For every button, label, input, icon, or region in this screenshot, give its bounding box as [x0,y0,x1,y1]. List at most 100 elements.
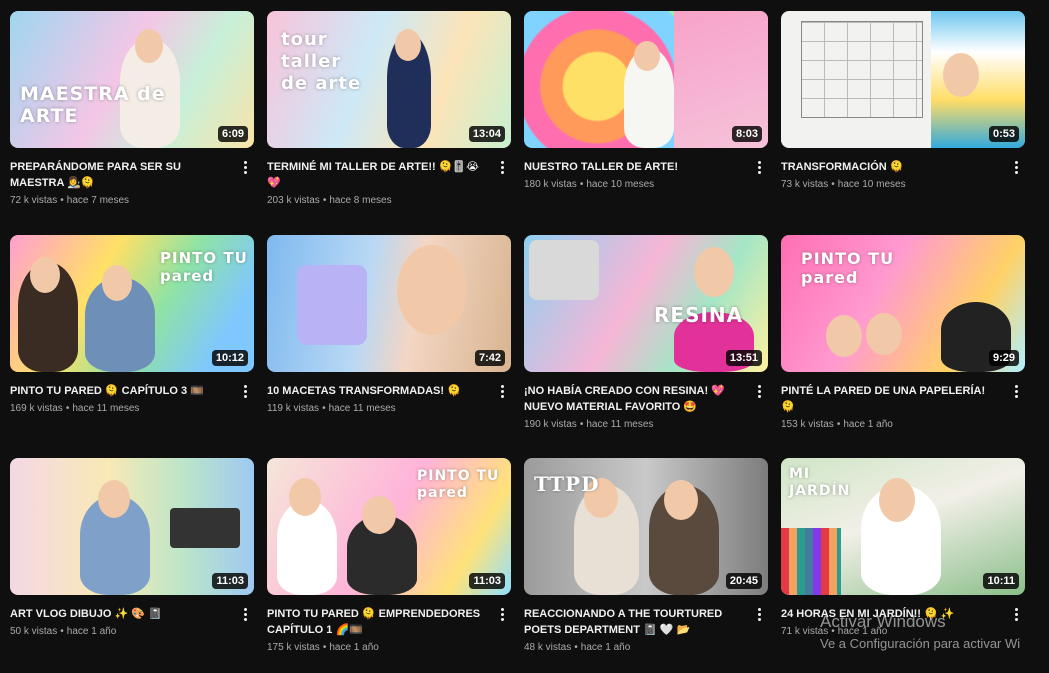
windows-activation-watermark: Activar Windows Ve a Configuración para … [820,612,1020,651]
video-thumbnail[interactable]: MAESTRA de ARTE 6:09 [10,11,254,148]
thumbnail-overlay-text: PINTO TU pared [160,249,248,285]
duration-badge: 10:11 [983,573,1019,589]
upload-age: hace 7 meses [66,195,130,206]
view-count: 48 k vistas [524,642,572,653]
video-stats: 203 k vistas • hace 8 meses [267,195,392,206]
more-options-icon[interactable] [1015,385,1019,399]
video-title[interactable]: NUESTRO TALLER DE ARTE! [524,159,744,175]
more-options-icon[interactable] [1015,161,1019,175]
upload-age: hace 10 meses [837,179,906,190]
view-count: 169 k vistas [10,403,63,414]
video-title[interactable]: 10 MACETAS TRANSFORMADAS! 🫠 [267,383,487,399]
upload-age: hace 1 año [843,419,893,430]
video-card[interactable]: 8:03 NUESTRO TALLER DE ARTE! 180 k vista… [524,11,768,235]
video-stats: 175 k vistas • hace 1 año [267,642,379,653]
more-options-icon[interactable] [758,161,762,175]
thumbnail-overlay-text: tour taller de arte [281,29,362,94]
video-stats: 50 k vistas • hace 1 año [10,626,117,637]
video-title[interactable]: PINTÉ LA PARED DE UNA PAPELERÍA! 🫠 [781,383,1001,415]
video-thumbnail[interactable]: 0:53 [781,11,1025,148]
video-stats: 72 k vistas • hace 7 meses [10,195,130,206]
more-options-icon[interactable] [501,161,505,175]
duration-badge: 6:09 [217,126,248,142]
thumbnail-overlay-text: MAESTRA de ARTE [20,83,166,127]
video-title[interactable]: PINTO TU PARED 🫠 CAPÍTULO 3 🎞️ [10,383,230,399]
duration-badge: 20:45 [725,573,762,589]
view-count: 50 k vistas [10,626,58,637]
duration-badge: 10:12 [211,350,248,366]
upload-age: hace 8 meses [329,195,392,206]
video-thumbnail[interactable]: TTPD 20:45 [524,458,768,595]
view-count: 119 k vistas [267,403,320,414]
video-title[interactable]: REACCIONANDO A THE TOURTURED POETS DEPAR… [524,606,744,638]
video-title[interactable]: ¡NO HABÍA CREADO CON RESINA! 💖 NUEVO MAT… [524,383,744,415]
video-thumbnail[interactable]: PINTO TU pared 11:03 [267,458,511,595]
video-grid: MAESTRA de ARTE 6:09 PREPARÁNDOME PARA S… [10,11,1025,673]
video-thumbnail[interactable]: PINTO TU pared 9:29 [781,235,1025,372]
upload-age: hace 10 meses [586,179,655,190]
duration-badge: 8:03 [731,126,762,142]
video-card[interactable]: 0:53 TRANSFORMACIÓN 🫠 73 k vistas • hace 1… [781,11,1025,235]
video-card[interactable]: MAESTRA de ARTE 6:09 PREPARÁNDOME PARA S… [10,11,254,235]
video-thumbnail[interactable]: 8:03 [524,11,768,148]
video-stats: 169 k vistas • hace 11 meses [10,403,140,414]
video-thumbnail[interactable]: 11:03 [10,458,254,595]
more-options-icon[interactable] [244,608,248,622]
video-thumbnail[interactable]: MI JARDÍN 10:11 [781,458,1025,595]
more-options-icon[interactable] [244,161,248,175]
view-count: 203 k vistas [267,195,320,206]
duration-badge: 11:03 [469,573,505,589]
view-count: 153 k vistas [781,419,834,430]
duration-badge: 13:51 [725,350,762,366]
video-stats: 180 k vistas • hace 10 meses [524,179,655,190]
duration-badge: 7:42 [474,350,505,366]
video-card[interactable]: 7:42 10 MACETAS TRANSFORMADAS! 🫠 119 k v… [267,235,511,458]
more-options-icon[interactable] [501,608,505,622]
video-thumbnail[interactable]: tour taller de arte 13:04 [267,11,511,148]
video-stats: 73 k vistas • hace 10 meses [781,179,906,190]
more-options-icon[interactable] [758,385,762,399]
watermark-title: Activar Windows [820,612,946,631]
video-thumbnail[interactable]: 7:42 [267,235,511,372]
video-stats: 119 k vistas • hace 11 meses [267,403,396,414]
video-title[interactable]: PREPARÁNDOME PARA SER SU MAESTRA 👩‍🎨🫠 [10,159,230,191]
video-card[interactable]: 11:03 ART VLOG DIBUJO ✨ 🎨 📓 50 k vistas •… [10,458,254,673]
watermark-subtitle: Ve a Configuración para activar Wi [820,636,1021,651]
video-thumbnail[interactable]: RESINA 13:51 [524,235,768,372]
video-thumbnail[interactable]: PINTO TU pared 10:12 [10,235,254,372]
view-count: 180 k vistas [524,179,577,190]
upload-age: hace 11 meses [586,419,654,430]
upload-age: hace 1 año [580,642,631,653]
duration-badge: 13:04 [468,126,505,142]
video-card[interactable]: TTPD 20:45 REACCIONANDO A THE TOURTURED … [524,458,768,673]
video-stats: 48 k vistas • hace 1 año [524,642,631,653]
video-title[interactable]: TERMINÉ MI TALLER DE ARTE!! 🫠🎚️😭 💖 [267,159,487,191]
video-title[interactable]: TRANSFORMACIÓN 🫠 [781,159,1001,175]
video-title[interactable]: ART VLOG DIBUJO ✨ 🎨 📓 [10,606,230,622]
thumbnail-overlay-text: RESINA [654,303,744,327]
more-options-icon[interactable] [758,608,762,622]
video-card[interactable]: PINTO TU pared 10:12 PINTO TU PARED 🫠 CA… [10,235,254,458]
video-card[interactable]: tour taller de arte 13:04 TERMINÉ MI TAL… [267,11,511,235]
view-count: 190 k vistas [524,419,577,430]
video-stats: 153 k vistas • hace 1 año [781,419,893,430]
duration-badge: 11:03 [212,573,248,589]
video-stats: 190 k vistas • hace 11 meses [524,419,654,430]
duration-badge: 0:53 [988,126,1019,142]
thumbnail-overlay-text: PINTO TU pared [417,468,500,501]
view-count: 175 k vistas [267,642,320,653]
video-card[interactable]: RESINA 13:51 ¡NO HABÍA CREADO CON RESINA… [524,235,768,458]
thumbnail-overlay-text: PINTO TU pared [801,249,895,287]
upload-age: hace 11 meses [328,403,396,414]
video-title[interactable]: PINTO TU PARED 🫠 EMPRENDEDORES CAPÍTULO … [267,606,487,638]
view-count: 72 k vistas [10,195,58,206]
thumbnail-overlay-text: TTPD [534,472,600,496]
video-card[interactable]: PINTO TU pared 11:03 PINTO TU PARED 🫠 EM… [267,458,511,673]
more-options-icon[interactable] [501,385,505,399]
upload-age: hace 1 año [329,642,379,653]
duration-badge: 9:29 [988,350,1019,366]
video-card[interactable]: PINTO TU pared 9:29 PINTÉ LA PARED DE UN… [781,235,1025,458]
upload-age: hace 1 año [66,626,117,637]
more-options-icon[interactable] [244,385,248,399]
thumbnail-overlay-text: MI JARDÍN [789,466,851,499]
